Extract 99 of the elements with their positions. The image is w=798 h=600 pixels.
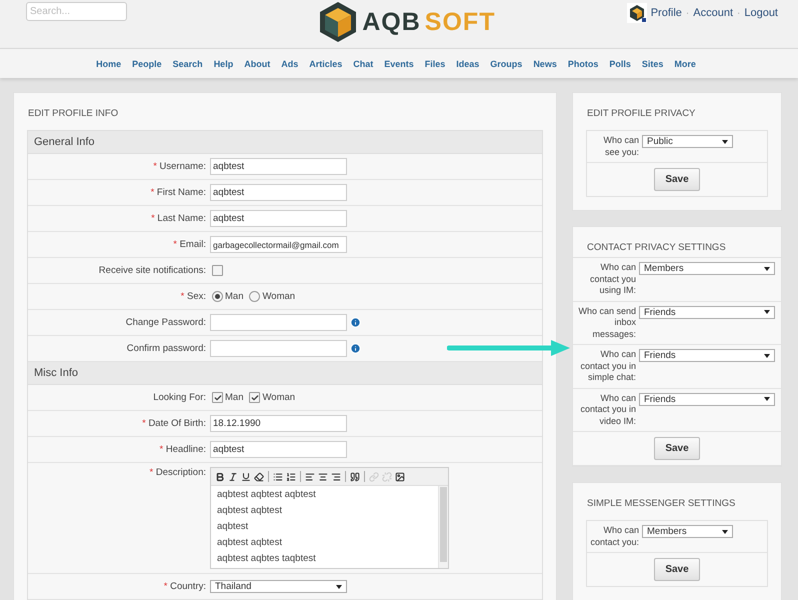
nav-link[interactable]: Ads <box>281 58 298 68</box>
setting-label: Who can contact you using IM: <box>588 262 636 296</box>
card-title: EDIT PROFILE PRIVACY <box>586 107 696 121</box>
nav-link[interactable]: Groups <box>490 58 522 68</box>
logo-text: SOFT <box>424 8 496 36</box>
dropdown[interactable]: Friends <box>639 392 775 406</box>
setting-label: Who can contact you in simple chat: <box>579 349 636 384</box>
save-button[interactable]: Save <box>654 168 700 191</box>
dropdown[interactable]: Members <box>639 262 775 275</box>
field-label: * Email: <box>172 239 207 250</box>
rich-text-editor[interactable]: aqbtest aqbtest aqbtest aqbtest aqbtest aqbtest aqbtest aqbtest aqbtest aqbtes taqbtest <box>210 467 449 569</box>
setting-label: Who can contact you: <box>589 525 639 548</box>
nav-link[interactable]: Ideas <box>456 58 480 68</box>
setting-label: Who can see you: <box>602 135 639 158</box>
user-link[interactable]: Account <box>693 7 733 19</box>
field-label: * Last Name: <box>150 213 207 224</box>
nav-link[interactable]: People <box>132 58 162 68</box>
info-icon[interactable] <box>350 343 361 354</box>
setting-label: Who can send inbox messages: <box>577 306 636 340</box>
country-select[interactable]: Thailand <box>210 580 347 593</box>
nav-link[interactable]: Polls <box>609 58 631 68</box>
search-field[interactable]: Search... <box>26 2 127 21</box>
editor-text-line: aqbtest aqbtest aqbtest <box>217 489 317 500</box>
checkbox[interactable] <box>212 392 223 403</box>
nav-link[interactable]: Help <box>214 58 234 68</box>
checkbox[interactable] <box>249 392 260 403</box>
logo-text: AQB <box>362 8 421 36</box>
dropdown[interactable]: Public <box>642 135 733 148</box>
radio-button[interactable] <box>249 291 260 302</box>
text-field[interactable]: 18.12.1990 <box>210 415 347 432</box>
radio-button[interactable] <box>212 291 223 302</box>
bold-icon[interactable] <box>215 472 225 482</box>
right-icon[interactable] <box>331 472 341 482</box>
card-title: SIMPLE MESSENGER SETTINGS <box>586 497 736 511</box>
field-label: * Date Of Birth: <box>141 418 207 429</box>
italic-icon[interactable] <box>228 472 238 482</box>
nav-link[interactable]: Files <box>424 58 446 68</box>
user-link[interactable]: Profile <box>650 7 682 19</box>
dropdown[interactable]: Members <box>642 525 733 538</box>
section-header: Misc Info <box>28 362 542 385</box>
nav-link[interactable]: Events <box>384 58 414 68</box>
editor-text-line: aqbtest aqbtest <box>217 537 283 548</box>
info-icon[interactable] <box>350 317 361 328</box>
password-field[interactable] <box>210 314 347 331</box>
nav-link[interactable]: Search <box>172 58 203 68</box>
option-label: Man <box>225 291 244 302</box>
field-label: * Description: <box>148 467 207 478</box>
dropdown[interactable]: Friends <box>639 306 775 318</box>
nav-link[interactable]: About <box>244 58 270 68</box>
center-icon[interactable] <box>318 472 328 482</box>
setting-label: Who can contact you in video IM: <box>579 392 636 427</box>
eraser-icon[interactable] <box>254 472 264 482</box>
option-label: Man <box>225 392 244 403</box>
scrollbar[interactable] <box>438 486 448 568</box>
nav-link[interactable]: Chat <box>353 58 374 68</box>
nav-link[interactable]: News <box>533 58 557 68</box>
nav-link[interactable]: Home <box>96 58 122 68</box>
nav-link[interactable]: Photos <box>568 58 598 68</box>
numbers-icon[interactable] <box>286 472 296 482</box>
left-icon[interactable] <box>305 472 315 482</box>
separator-dot: · <box>686 8 690 18</box>
nav-link[interactable]: More <box>674 58 696 68</box>
hexagon-cube-logo-icon <box>318 1 358 43</box>
nav-link[interactable]: Sites <box>642 58 664 68</box>
password-field[interactable] <box>210 340 347 357</box>
card-title: CONTACT PRIVACY SETTINGS <box>586 241 727 255</box>
field-label: Looking For: <box>152 392 207 403</box>
text-field[interactable]: aqbtest <box>210 441 347 458</box>
editor-text-line: aqbtest <box>217 521 250 532</box>
editor-text-line: aqbtest aqbtest <box>217 505 283 516</box>
field-label: Change Password: <box>124 317 207 328</box>
field-label: * First Name: <box>150 187 207 198</box>
user-link[interactable]: Logout <box>744 7 778 19</box>
nav-link[interactable]: Articles <box>309 58 342 68</box>
checkbox[interactable] <box>212 265 223 276</box>
dropdown[interactable]: Friends <box>639 349 775 362</box>
underline-icon[interactable] <box>241 472 251 482</box>
text-field[interactable]: aqbtest <box>210 210 347 227</box>
section-header: General Info <box>28 131 542 154</box>
option-label: Woman <box>262 392 296 403</box>
field-label: * Headline: <box>158 444 207 455</box>
save-button[interactable]: Save <box>654 558 700 581</box>
field-label: * Username: <box>152 161 207 172</box>
card-title: EDIT PROFILE INFO <box>27 107 120 121</box>
field-label: * Sex: <box>180 291 207 302</box>
avatar-cube-icon[interactable] <box>626 3 647 23</box>
text-field[interactable]: aqbtest <box>210 184 347 201</box>
save-button[interactable]: Save <box>654 437 700 460</box>
field-label: Confirm password: <box>126 343 207 354</box>
field-label: Receive site notifications: <box>98 265 207 276</box>
option-label: Woman <box>262 291 296 302</box>
editor-text-line: aqbtest aqbtes taqbtest <box>217 553 317 564</box>
bullets-icon[interactable] <box>273 472 283 482</box>
text-field[interactable]: garbagecollectormail@gmail.com <box>210 236 347 253</box>
field-label: * Country: <box>162 581 207 592</box>
quote-icon[interactable] <box>350 472 360 482</box>
separator-dot: · <box>737 8 740 18</box>
image-icon[interactable] <box>395 472 405 482</box>
text-field[interactable]: aqbtest <box>210 158 347 175</box>
